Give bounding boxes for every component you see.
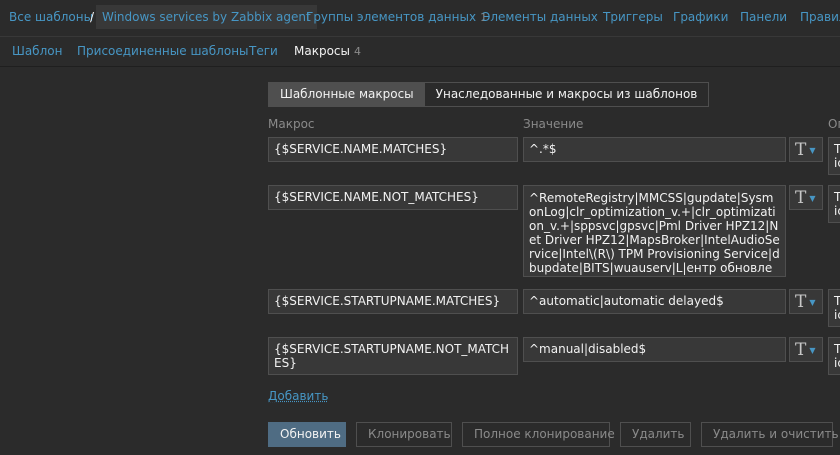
macro-description-input[interactable]: T ic [828,185,840,223]
template-macros-option[interactable]: Шаблонные макросы [269,83,425,106]
text-type-icon: T [795,187,807,208]
macro-value-input[interactable]: ^.*$ [523,137,786,162]
form-tabs: Шаблон Присоединенные шаблоны Теги Макро… [0,36,840,66]
nav-item-label: Панели [740,10,788,24]
macro-source-switch: Шаблонные макросы Унаследованные и макро… [268,82,710,107]
chevron-down-icon: ▼ [809,146,816,155]
update-button[interactable]: Обновить [268,422,346,447]
macro-value-input[interactable]: ^automatic|automatic delayed$ [523,289,786,314]
macro-name-input[interactable]: {$SERVICE.STARTUPNAME.MATCHES} [268,289,518,314]
tab-template[interactable]: Шаблон [12,44,62,58]
tab-label: Шаблон [12,44,63,58]
full-clone-button[interactable]: Полное клонирование [462,422,615,447]
text-type-icon: T [795,291,807,312]
macro-column-header: Макрос [268,117,315,131]
value-type-button[interactable]: T ▼ [789,289,823,314]
nav-item-discovery-rules[interactable]: Правила [800,10,840,24]
tab-label: Теги [249,44,278,58]
macro-description-input[interactable]: T ic [828,289,840,327]
delete-and-clear-button[interactable]: Удалить и очистить [701,422,839,447]
add-macro-link[interactable]: Добавить [268,389,328,403]
value-type-button[interactable]: T ▼ [789,337,823,362]
macro-name-input[interactable]: {$SERVICE.NAME.NOT_MATCHES} [268,185,518,210]
nav-item-triggers[interactable]: Триггеры [603,10,663,24]
description-column-header: Оп [828,117,840,131]
macro-name-input[interactable]: {$SERVICE.STARTUPNAME.NOT_MATCHES} [268,337,518,375]
tab-count: 4 [354,45,361,58]
nav-item-dashboards[interactable]: Панели [740,10,787,24]
nav-item-label: Триггеры [603,10,663,24]
nav-item-label: Графики [673,10,729,24]
breadcrumb-separator: / [90,10,95,24]
nav-item-graphs[interactable]: Графики [673,10,728,24]
nav-item-items[interactable]: Элементы данных [482,10,598,24]
macro-value-input[interactable]: ^manual|disabled$ [523,337,786,362]
value-type-button[interactable]: T ▼ [789,185,823,210]
chevron-down-icon: ▼ [809,298,816,307]
value-column-header: Значение [523,117,584,131]
clone-button[interactable]: Клонировать [356,422,452,447]
nav-item-label: Правила [800,10,840,24]
chevron-down-icon: ▼ [809,194,816,203]
value-type-button[interactable]: T ▼ [789,137,823,162]
macro-description-input[interactable]: T ic [828,337,840,375]
tab-tags[interactable]: Теги [249,44,278,58]
macro-value-input[interactable]: ^RemoteRegistry|MMCSS|gupdate|SysmonLog|… [523,185,786,277]
macro-name-input[interactable]: {$SERVICE.NAME.MATCHES} [268,137,518,162]
delete-button[interactable]: Удалить [620,422,691,447]
tab-linked-templates[interactable]: Присоединенные шаблоны [77,44,249,58]
inherited-macros-option[interactable]: Унаследованные и макросы из шаблонов [425,83,709,106]
text-type-icon: T [795,339,807,360]
nav-item-item-groups[interactable]: Группы элементов данных 1 [306,10,487,24]
tab-macros[interactable]: Макросы 4 [294,44,361,58]
tab-label: Макросы [294,44,350,58]
nav-item-label: Группы элементов данных [306,10,477,24]
text-type-icon: T [795,139,807,160]
macro-description-input[interactable]: T ic [828,137,840,175]
nav-item-label: Элементы данных [482,10,598,24]
tab-label: Присоединенные шаблоны [77,44,249,58]
breadcrumb-all-templates[interactable]: Все шаблоны [9,10,93,24]
top-navigation: Все шаблоны / Windows services by Zabbix… [0,0,840,35]
breadcrumb-current-template[interactable]: Windows services by Zabbix agent [96,5,317,29]
chevron-down-icon: ▼ [809,346,816,355]
